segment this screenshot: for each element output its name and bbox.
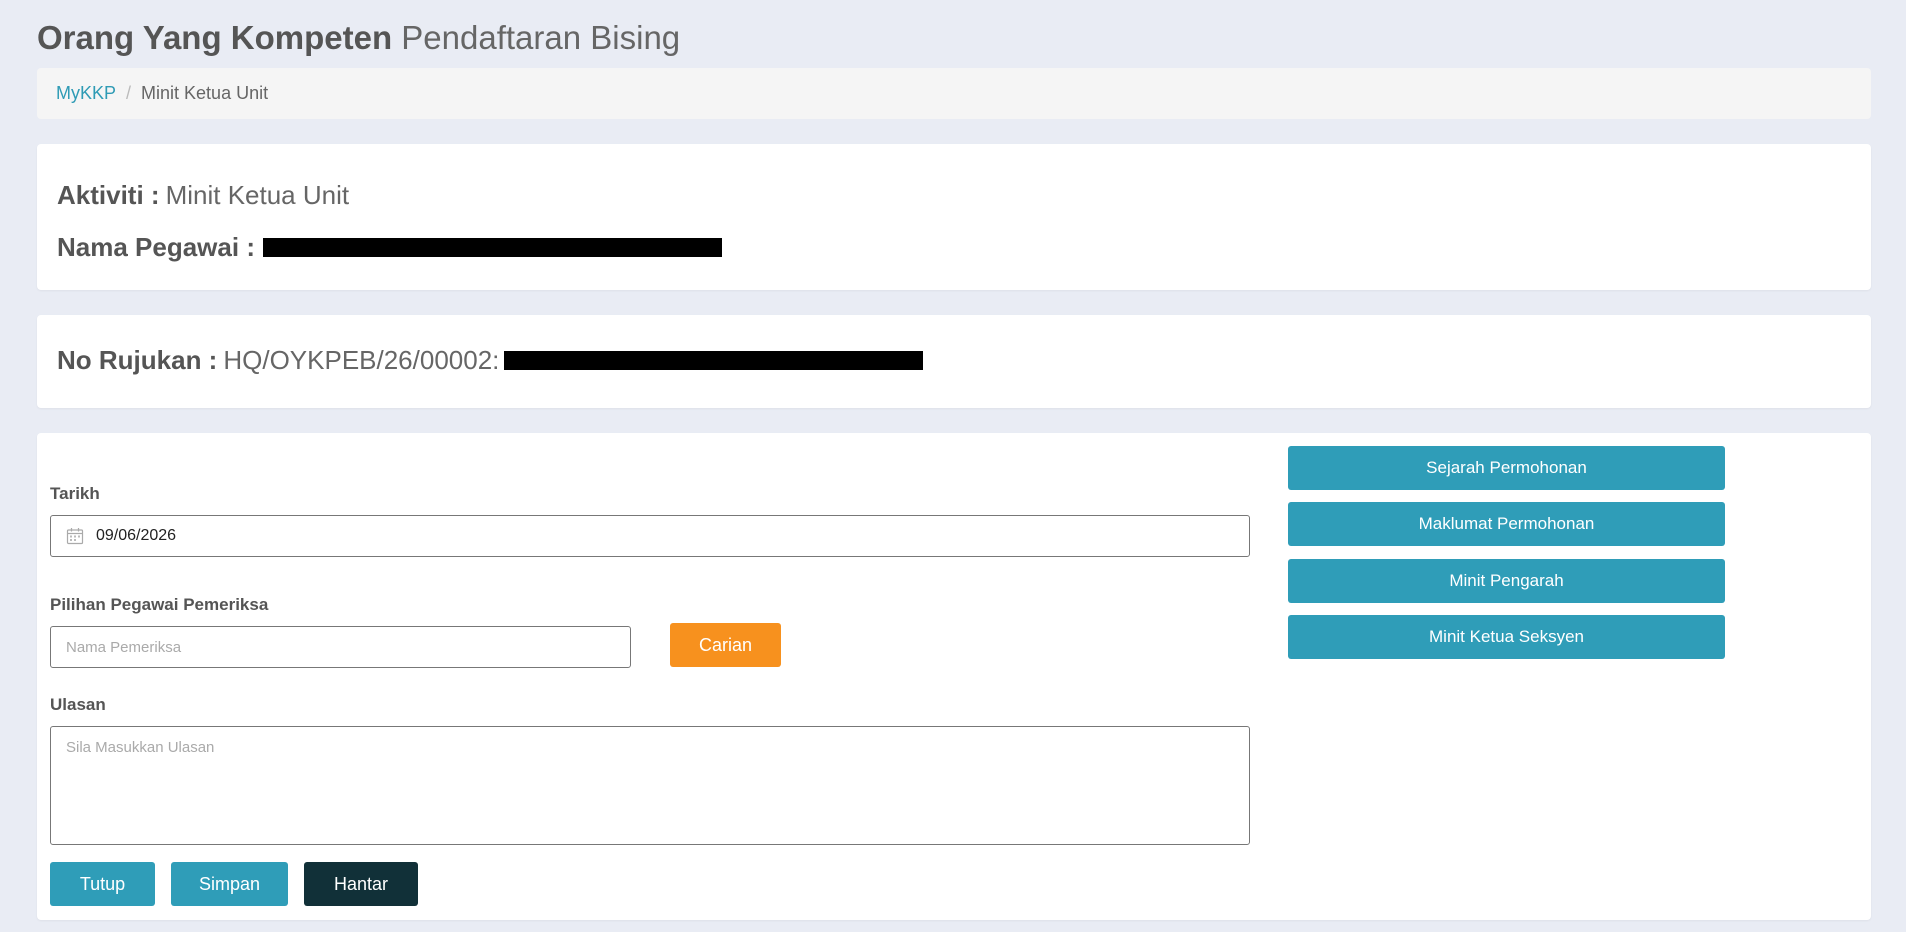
officer-name-redacted [262, 238, 722, 257]
reference-row: No Rujukan : HQ/OYKPEB/26/00002: [57, 345, 924, 376]
review-textarea[interactable]: Sila Masukkan Ulasan [50, 726, 1250, 845]
breadcrumb-current: Minit Ketua Unit [141, 83, 269, 103]
date-field[interactable]: 09/06/2026 [50, 515, 1250, 557]
date-label: Tarikh [50, 484, 100, 503]
applicant-info-button[interactable]: Maklumat Permohonan [1288, 502, 1725, 546]
save-button[interactable]: Simpan [171, 862, 288, 906]
section-head-minutes-button[interactable]: Minit Ketua Seksyen [1288, 615, 1725, 659]
minutes-form-card: Tarikh 09/06/2026 Pilihan Pegawai Pemeri… [37, 433, 1871, 920]
history-button[interactable]: Sejarah Permohonan [1288, 446, 1725, 490]
reference-redacted [504, 351, 924, 370]
activity-card: Aktiviti : Minit Ketua Unit Nama Pegawai… [37, 144, 1871, 290]
search-button[interactable]: Carian [670, 623, 781, 667]
activity-row: Aktiviti : Minit Ketua Unit [57, 180, 349, 211]
inspector-label: Pilihan Pegawai Pemeriksa [50, 595, 269, 614]
page-title-main: Orang Yang Kompeten [37, 19, 393, 56]
activity-label: Aktiviti : [57, 180, 160, 210]
officer-label: Nama Pegawai : [57, 232, 255, 262]
reference-value: HQ/OYKPEB/26/00002: [223, 345, 500, 375]
reference-card: No Rujukan : HQ/OYKPEB/26/00002: [37, 315, 1871, 408]
inspector-name-input[interactable]: Nama Pemeriksa [50, 626, 631, 668]
breadcrumb-home-link[interactable]: MyKKP [56, 83, 116, 104]
page-title: Orang Yang Kompeten Pendaftaran Bising [37, 18, 680, 58]
review-label: Ulasan [50, 695, 106, 714]
date-value: 09/06/2026 [96, 527, 177, 544]
send-button[interactable]: Hantar [304, 862, 418, 906]
director-minutes-button[interactable]: Minit Pengarah [1288, 559, 1725, 603]
breadcrumb-separator: / [126, 83, 132, 103]
officer-row: Nama Pegawai : [57, 232, 722, 263]
close-button[interactable]: Tutup [50, 862, 155, 906]
inspector-placeholder: Nama Pemeriksa [66, 638, 182, 656]
page-title-sub: Pendaftaran Bising [401, 19, 681, 56]
activity-value: Minit Ketua Unit [165, 180, 350, 210]
reference-label: No Rujukan : [57, 345, 218, 375]
breadcrumb: MyKKP / Minit Ketua Unit [37, 68, 1871, 119]
review-placeholder: Sila Masukkan Ulasan [66, 739, 215, 756]
calendar-icon [66, 527, 84, 545]
